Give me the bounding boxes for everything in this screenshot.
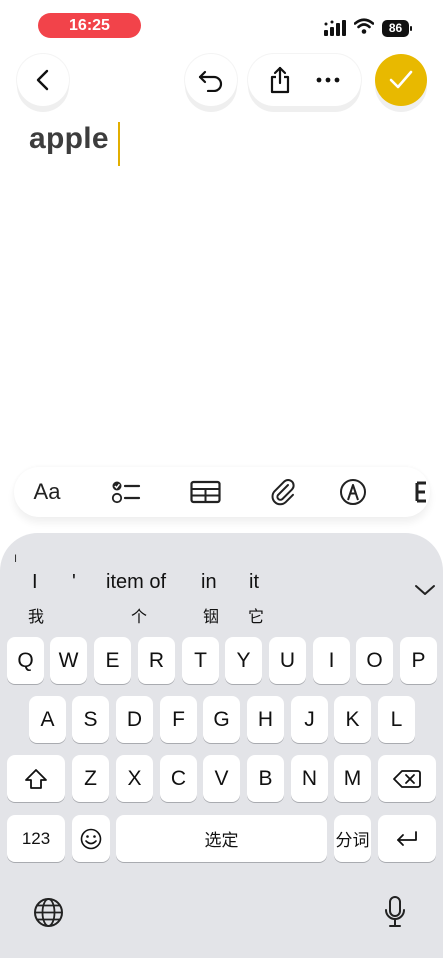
format-toolbar: Aa [14,467,430,517]
candidate-bottom-4[interactable]: 它 [248,603,264,627]
return-key[interactable] [378,815,436,862]
return-icon [397,830,417,846]
key-x[interactable]: X [116,755,153,802]
shift-icon [25,768,47,789]
candidate-top-3[interactable]: item of [106,571,166,594]
key-z[interactable]: Z [72,755,109,802]
key-q[interactable]: Q [7,637,44,684]
key-y[interactable]: Y [225,637,262,684]
key-p[interactable]: P [400,637,437,684]
key-j[interactable]: J [291,696,328,743]
key-d[interactable]: D [116,696,153,743]
key-e[interactable]: E [94,637,131,684]
candidate-top-5[interactable]: it [249,571,259,594]
cellular-signal-icon [324,20,346,36]
undo-icon [198,70,223,92]
key-t[interactable]: T [182,637,219,684]
key-u[interactable]: U [269,637,306,684]
text-style-button[interactable]: Aa [31,478,63,506]
key-o[interactable]: O [356,637,393,684]
checkmark-icon [389,70,413,89]
space-key[interactable]: 选定 [116,815,327,862]
candidate-top-1[interactable]: I [32,571,38,594]
key-w[interactable]: W [50,637,87,684]
key-m[interactable]: M [334,755,371,802]
wifi-icon [354,18,374,34]
key-c[interactable]: C [160,755,197,802]
segment-key[interactable]: 分词 [334,815,371,862]
numbers-key[interactable]: 123 [7,815,65,862]
chevron-down-icon[interactable] [414,583,436,597]
emoji-icon [80,828,102,849]
backspace-key[interactable] [378,755,436,802]
text-cursor [118,122,120,166]
candidate-top-2[interactable]: ' [72,571,76,594]
share-icon[interactable] [268,66,292,94]
candidate-bottom-2[interactable]: 个 [131,603,147,627]
globe-icon[interactable] [33,897,64,928]
candidate-bottom-1[interactable]: 我 [28,603,44,627]
shift-key[interactable] [7,755,65,802]
action-group [248,54,361,106]
more-tools-icon[interactable] [414,478,430,506]
done-button[interactable] [375,54,427,106]
more-icon[interactable] [315,76,341,84]
table-icon[interactable] [190,478,221,506]
undo-button[interactable] [185,54,237,106]
note-text[interactable]: apple [29,122,109,156]
key-r[interactable]: R [138,637,175,684]
key-b[interactable]: B [247,755,284,802]
checklist-icon[interactable] [111,478,141,506]
attachment-icon[interactable] [269,478,297,506]
key-a[interactable]: A [29,696,66,743]
candidate-top-4[interactable]: in [201,571,217,594]
key-v[interactable]: V [203,755,240,802]
candidate-input-preview: I [14,553,18,565]
key-s[interactable]: S [72,696,109,743]
status-time: 16:25 [38,13,141,38]
key-g[interactable]: G [203,696,240,743]
chevron-left-icon [36,69,49,91]
markup-pen-icon[interactable] [339,478,367,506]
emoji-key[interactable] [72,815,110,862]
key-k[interactable]: K [334,696,371,743]
keyboard: I I ' item of in it 我 个 铟 它 Q W E R T Y … [0,533,443,958]
key-f[interactable]: F [160,696,197,743]
key-h[interactable]: H [247,696,284,743]
key-l[interactable]: L [378,696,415,743]
backspace-icon [393,769,421,788]
candidate-bottom-3[interactable]: 铟 [203,603,219,627]
battery-indicator: 86 [382,20,412,37]
key-n[interactable]: N [291,755,328,802]
back-button[interactable] [17,54,69,106]
status-bar: 16:25 86 [0,0,443,52]
microphone-icon[interactable] [384,895,406,929]
key-i[interactable]: I [313,637,350,684]
